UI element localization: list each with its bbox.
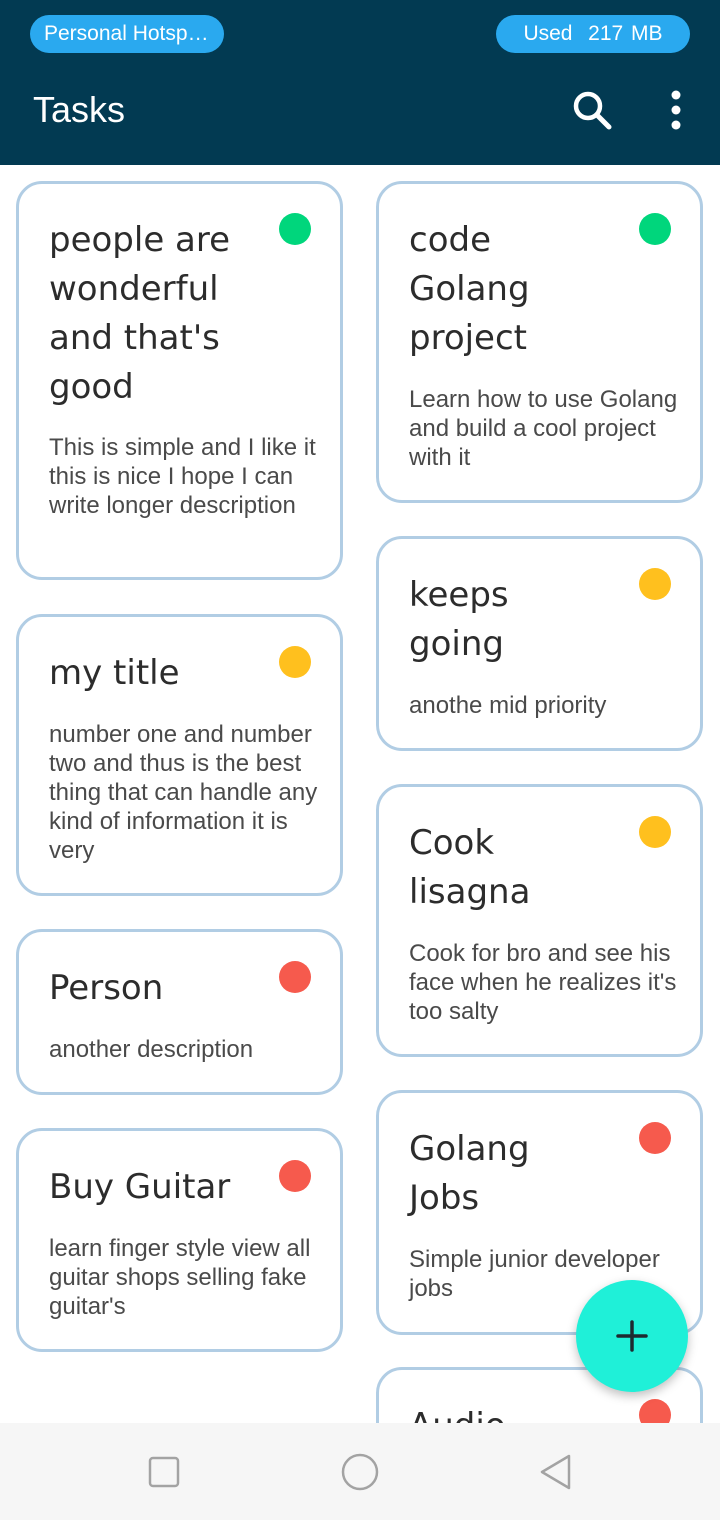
priority-dot bbox=[279, 1160, 311, 1192]
data-usage-label: Used 217 MB bbox=[523, 22, 663, 45]
task-card[interactable]: code Golang project Learn how to use Gol… bbox=[376, 181, 703, 503]
task-card[interactable]: Person another description bbox=[16, 929, 343, 1095]
priority-dot bbox=[279, 646, 311, 678]
home-circle-icon bbox=[341, 1453, 379, 1491]
priority-dot bbox=[279, 961, 311, 993]
priority-dot bbox=[639, 568, 671, 600]
task-description: number one and number two and thus is th… bbox=[49, 721, 318, 864]
task-description: learn finger style view all guitar shops… bbox=[49, 1235, 311, 1320]
task-description: another description bbox=[49, 1036, 254, 1063]
priority-dot bbox=[279, 213, 311, 245]
task-title: Golang Jobs bbox=[409, 1129, 530, 1218]
page-title: Tasks bbox=[33, 89, 126, 130]
search-button[interactable] bbox=[568, 86, 616, 134]
task-description: Cook for bro and see his face when he re… bbox=[409, 940, 677, 1025]
task-title: Audio bbox=[409, 1402, 609, 1423]
priority-dot bbox=[639, 1122, 671, 1154]
overflow-menu-button[interactable] bbox=[656, 86, 696, 134]
hotspot-status-pill[interactable]: Personal Hotspo… bbox=[30, 15, 224, 53]
task-description: This is simple and I like it this is nic… bbox=[49, 434, 316, 519]
task-description: anothe mid priority bbox=[409, 692, 607, 719]
priority-dot bbox=[639, 816, 671, 848]
app-bar: Personal Hotspo… Used 217 MB Tasks bbox=[0, 0, 720, 165]
task-grid: people are wonderful and that's good Thi… bbox=[0, 165, 720, 1423]
recents-button[interactable] bbox=[141, 1449, 187, 1495]
task-card[interactable]: Cook lisagna Cook for bro and see his fa… bbox=[376, 784, 703, 1057]
add-task-button[interactable] bbox=[576, 1280, 688, 1392]
search-icon bbox=[573, 91, 612, 130]
home-button[interactable] bbox=[337, 1449, 383, 1495]
hotspot-label: Personal Hotspo… bbox=[44, 22, 210, 45]
more-vert-icon bbox=[671, 90, 681, 130]
task-title: Person bbox=[49, 968, 164, 1008]
priority-dot bbox=[639, 213, 671, 245]
plus-icon bbox=[616, 1320, 648, 1352]
task-description: Learn how to use Golang and build a cool… bbox=[409, 386, 678, 471]
task-card[interactable]: people are wonderful and that's good Thi… bbox=[16, 181, 343, 580]
back-button[interactable] bbox=[533, 1449, 579, 1495]
task-title: Cook lisagna bbox=[409, 823, 531, 912]
task-card[interactable]: my title number one and number two and t… bbox=[16, 614, 343, 896]
task-title: code Golang project bbox=[409, 220, 530, 358]
back-triangle-icon bbox=[540, 1454, 571, 1490]
system-nav-bar bbox=[0, 1423, 720, 1520]
recents-square-icon bbox=[148, 1456, 180, 1488]
priority-dot bbox=[639, 1399, 671, 1423]
task-title: people are wonderful and that's good bbox=[49, 220, 231, 407]
task-title: my title bbox=[49, 653, 180, 693]
task-card[interactable]: Buy Guitar learn finger style view all g… bbox=[16, 1128, 343, 1352]
data-usage-pill[interactable]: Used 217 MB bbox=[496, 15, 690, 53]
task-card[interactable]: keeps going anothe mid priority bbox=[376, 536, 703, 751]
task-title: keeps going bbox=[409, 575, 509, 664]
task-title: Buy Guitar bbox=[49, 1167, 231, 1207]
